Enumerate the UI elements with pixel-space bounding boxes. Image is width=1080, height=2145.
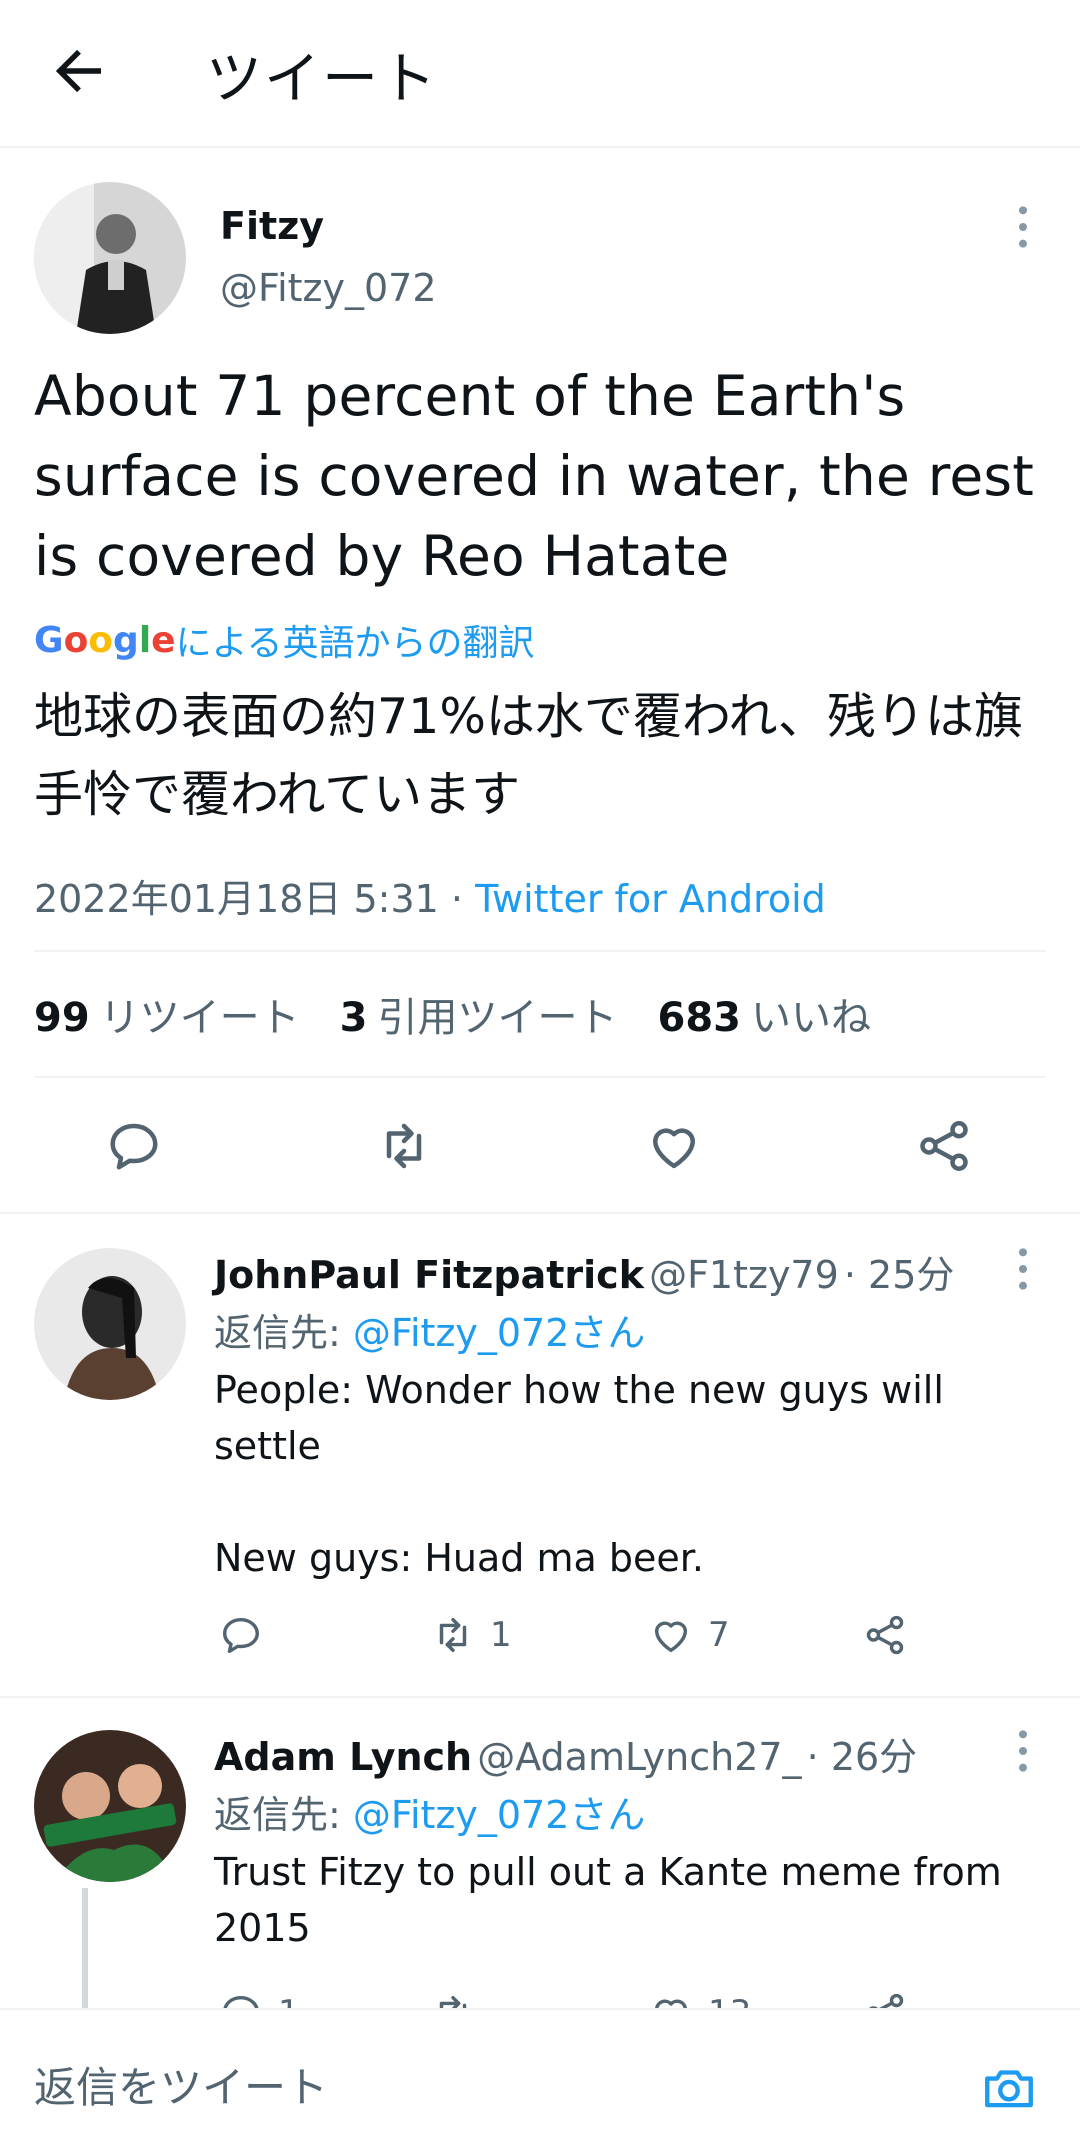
retweet-count: 1 xyxy=(490,1615,512,1655)
reply-author-name[interactable]: Adam Lynch xyxy=(214,1735,472,1779)
reply-author-name[interactable]: JohnPaul Fitzpatrick xyxy=(214,1253,644,1297)
reply-time: · 25分 xyxy=(843,1253,955,1297)
retweet-action[interactable]: 1 xyxy=(430,1612,512,1658)
like-heart-icon[interactable] xyxy=(644,1116,704,1176)
reply-header: Adam Lynch @AdamLynch27_ · 26分 xyxy=(214,1726,917,1781)
divider xyxy=(0,1212,1080,1214)
reply-icon[interactable] xyxy=(104,1116,164,1176)
share-action[interactable] xyxy=(862,1612,908,1658)
retweet-icon[interactable] xyxy=(374,1116,434,1176)
likes-stat[interactable]: 683 いいね xyxy=(658,985,872,1043)
reply-to-link[interactable]: @Fitzy_072さん xyxy=(353,1793,646,1837)
reply-input[interactable]: 返信をツイート xyxy=(34,2054,328,2115)
retweets-stat[interactable]: 99 リツイート xyxy=(34,985,300,1043)
quotes-stat[interactable]: 3 引用ツイート xyxy=(340,985,618,1043)
share-icon[interactable] xyxy=(914,1116,974,1176)
like-count: 7 xyxy=(708,1615,730,1655)
divider xyxy=(34,1076,1046,1078)
back-arrow-icon[interactable] xyxy=(46,38,112,104)
divider xyxy=(0,1696,1080,1698)
author-handle[interactable]: @Fitzy_072 xyxy=(220,266,437,310)
reply-text: People: Wonder how the new guys will set… xyxy=(214,1368,944,1580)
translation-label: による英語からの翻訳 xyxy=(175,623,535,664)
tweet-meta: 2022年01月18日 5:31 · Twitter for Android xyxy=(34,868,826,923)
author-avatar[interactable] xyxy=(34,182,186,334)
reply-action[interactable] xyxy=(218,1612,278,1658)
top-app-bar: ツイート xyxy=(0,0,1080,148)
translated-text: 地球の表面の約71%は水で覆われ、残りは旗手怜で覆われています xyxy=(34,688,1023,823)
thread-line xyxy=(82,1888,88,2008)
retweet-icon xyxy=(439,1617,467,1653)
reply-author-handle[interactable]: @AdamLynch27_ xyxy=(477,1735,801,1779)
translation-attribution: Google による英語からの翻訳 xyxy=(34,614,535,666)
like-heart-icon xyxy=(654,1621,688,1653)
tweet-stats: 99 リツイート 3 引用ツイート 683 いいね xyxy=(34,985,871,1043)
more-options-icon[interactable] xyxy=(1008,202,1038,252)
reply-to-line: 返信先: @Fitzy_072さん xyxy=(214,1793,646,1837)
google-logo: Google xyxy=(34,619,176,661)
reply-to-link[interactable]: @Fitzy_072さん xyxy=(353,1311,646,1355)
camera-icon[interactable] xyxy=(980,2058,1038,2116)
author-name[interactable]: Fitzy xyxy=(220,204,324,248)
share-icon xyxy=(866,1615,904,1655)
reply-avatar[interactable] xyxy=(34,1248,186,1400)
page-title: ツイート xyxy=(206,47,438,112)
reply-header: JohnPaul Fitzpatrick @F1tzy79 · 25分 xyxy=(214,1244,954,1299)
divider xyxy=(34,950,1046,952)
tweet-text: About 71 percent of the Earth's surface … xyxy=(34,364,1034,588)
meta-separator: · xyxy=(450,877,464,921)
more-options-icon[interactable] xyxy=(1008,1244,1038,1294)
reply-time: · 26分 xyxy=(806,1735,918,1779)
reply-text: Trust Fitzy to pull out a Kante meme fro… xyxy=(214,1850,1002,1950)
reply-icon xyxy=(222,1617,260,1654)
reply-to-line: 返信先: @Fitzy_072さん xyxy=(214,1311,646,1355)
reply-avatar[interactable] xyxy=(34,1730,186,1882)
reply-author-handle[interactable]: @F1tzy79 xyxy=(649,1253,839,1297)
like-action[interactable]: 7 xyxy=(648,1612,730,1658)
tweet-source-link[interactable]: Twitter for Android xyxy=(475,877,826,921)
more-options-icon[interactable] xyxy=(1008,1726,1038,1776)
reply-compose-bar: 返信をツイート xyxy=(0,2008,1080,2145)
tweet-timestamp: 2022年01月18日 5:31 xyxy=(34,877,439,921)
